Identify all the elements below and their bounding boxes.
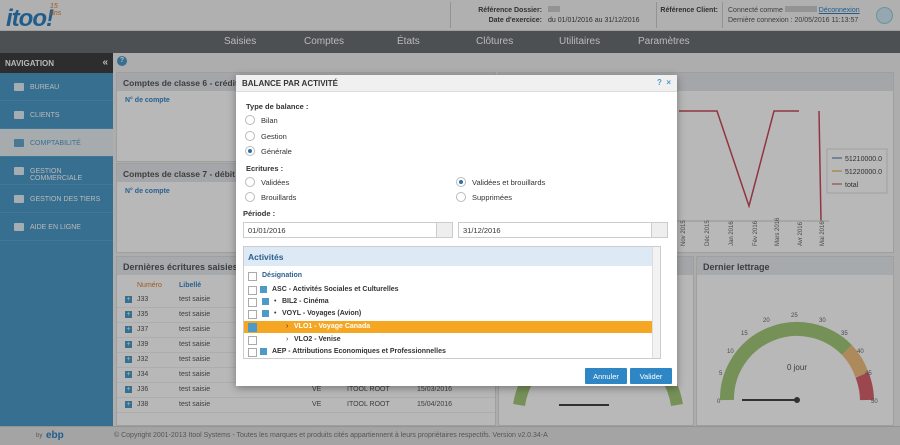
date-from-input[interactable]: 01/01/2016 — [243, 222, 453, 238]
help-icon[interactable]: ? — [657, 78, 662, 87]
radio-generale[interactable]: Générale — [245, 146, 292, 156]
tree-header-row: Désignation — [244, 270, 654, 282]
radio-bilan[interactable]: Bilan — [245, 115, 278, 125]
balance-dialog: BALANCE PAR ACTIVITÉ ? × Type de balance… — [236, 75, 677, 386]
dialog-controls: ? × — [657, 78, 671, 87]
expand-icon[interactable] — [262, 298, 269, 305]
select-all-checkbox[interactable] — [248, 272, 257, 281]
cancel-button[interactable]: Annuler — [585, 368, 627, 384]
collapse-icon[interactable] — [260, 286, 267, 293]
scrollbar[interactable] — [652, 247, 660, 358]
tree-checkbox[interactable] — [248, 323, 257, 332]
dialog-title: BALANCE PAR ACTIVITÉ — [242, 79, 338, 88]
radio-icon — [245, 131, 255, 141]
radio-validees[interactable]: Validées — [245, 177, 289, 187]
radio-brouillards[interactable]: Brouillards — [245, 192, 296, 202]
collapse-icon[interactable] — [262, 310, 269, 317]
tree-item[interactable]: AEP - Attributions Economiques et Profes… — [244, 346, 654, 358]
calendar-icon[interactable] — [436, 223, 452, 237]
tree-item[interactable]: • VOYL - Voyages (Avion) — [244, 308, 654, 320]
radio-icon — [245, 192, 255, 202]
radio-icon — [245, 177, 255, 187]
tree-item-selected[interactable]: › VLO1 - Voyage Canada — [244, 321, 654, 333]
close-icon[interactable]: × — [666, 78, 671, 87]
validate-button[interactable]: Valider — [630, 368, 672, 384]
radio-supprimees[interactable]: Supprimées — [456, 192, 512, 202]
tree-checkbox[interactable] — [248, 286, 257, 295]
radio-gestion[interactable]: Gestion — [245, 131, 287, 141]
activites-title: Activités — [244, 247, 660, 266]
tree-item[interactable]: › VLO2 - Venise — [244, 334, 654, 346]
tree-checkbox[interactable] — [248, 336, 257, 345]
calendar-icon[interactable] — [651, 223, 667, 237]
tree-checkbox[interactable] — [248, 298, 257, 307]
tree-checkbox[interactable] — [248, 310, 257, 319]
tree-item[interactable]: • BIL2 - Cinéma — [244, 296, 654, 308]
dialog-header: BALANCE PAR ACTIVITÉ ? × — [236, 75, 677, 92]
column-designation: Désignation — [262, 272, 303, 279]
type-balance-label: Type de balance : — [246, 102, 309, 111]
radio-validees-brouillards[interactable]: Validées et brouillards — [456, 177, 545, 187]
ecritures-label: Ecritures : — [246, 164, 284, 173]
periode-label: Période : — [243, 209, 276, 218]
radio-selected-icon — [245, 146, 255, 156]
collapse-icon[interactable] — [260, 348, 267, 355]
radio-icon — [245, 115, 255, 125]
radio-selected-icon — [456, 177, 466, 187]
radio-icon — [456, 192, 466, 202]
tree-item[interactable]: ASC - Activités Sociales et Culturelles — [244, 284, 654, 296]
activites-tree: Activités Désignation ASC - Activités So… — [243, 246, 661, 359]
tree-checkbox[interactable] — [248, 348, 257, 357]
date-to-input[interactable]: 31/12/2016 — [458, 222, 668, 238]
